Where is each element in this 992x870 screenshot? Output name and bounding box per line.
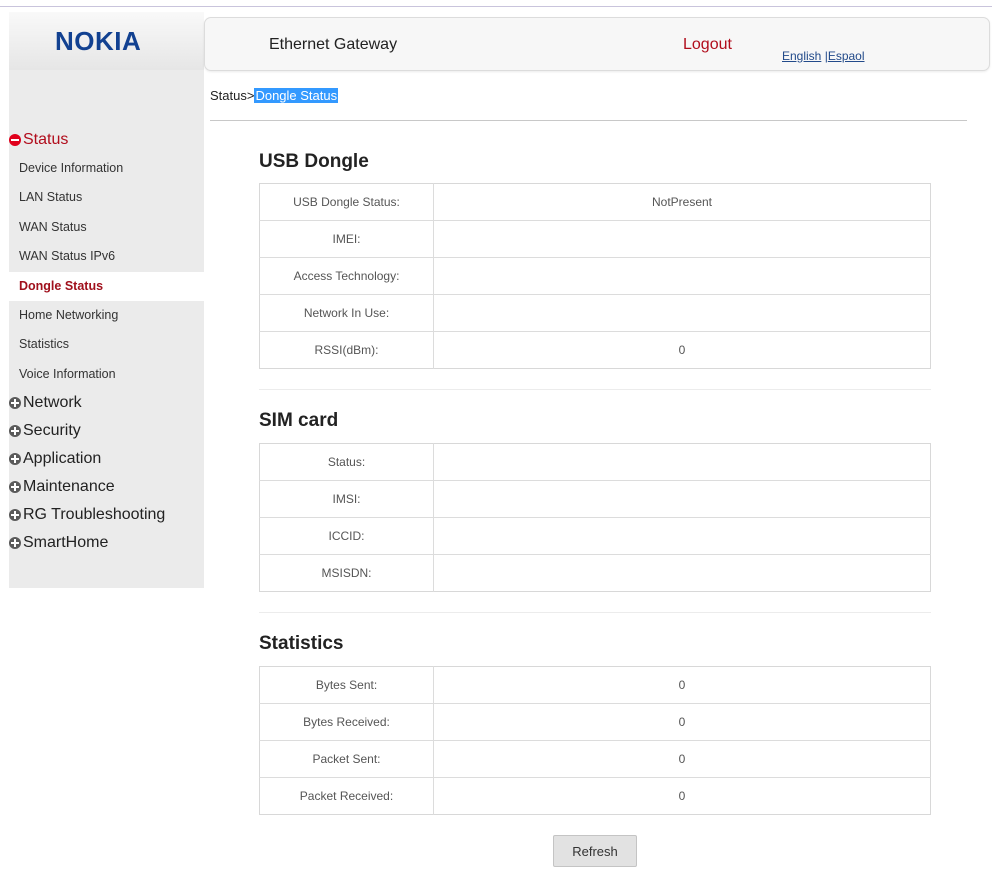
sidebar-item[interactable]: Statistics <box>9 330 204 359</box>
row-value <box>433 294 931 332</box>
statistics-table: Bytes Sent: 0 Bytes Received: 0 Packet Sent:… <box>259 666 931 815</box>
sidebar-menu: Status Device Information LAN Status WAN S… <box>9 126 204 557</box>
expand-icon <box>9 425 21 438</box>
table-row: IMSI: <box>259 480 931 518</box>
table-row: RSSI(dBm): 0 <box>259 331 931 369</box>
status-submenu: Device Information LAN Status WAN Status WA… <box>9 154 204 389</box>
row-value: 0 <box>433 331 931 369</box>
header-bar: Ethernet Gateway Logout English |Espaol <box>204 17 990 71</box>
sidebar-section-label: Application <box>23 450 102 468</box>
row-value <box>434 444 931 481</box>
sidebar-section-label: Status <box>23 131 69 148</box>
row-label: IMEI: <box>259 220 434 258</box>
row-label: Packet Received: <box>259 777 434 815</box>
table-row: Network In Use: <box>259 294 931 332</box>
lang-spanish-link[interactable]: Espaol <box>828 49 865 63</box>
sidebar-section-label: Maintenance <box>23 478 115 496</box>
table-row: MSISDN: <box>259 554 931 592</box>
row-value: 0 <box>433 777 931 815</box>
row-value: NotPresent <box>651 195 713 209</box>
breadcrumb-parent[interactable]: Status> <box>210 88 254 103</box>
sidebar-item[interactable]: LAN Status <box>9 183 204 212</box>
row-value <box>433 220 931 258</box>
sidebar-item[interactable]: Home Networking <box>9 301 204 330</box>
sidebar-item[interactable]: Device Information <box>9 154 204 183</box>
usb-dongle-table: USB Dongle Status: NotPresent IMEI: Access … <box>259 183 931 369</box>
expand-icon <box>9 397 21 410</box>
row-label: IMSI: <box>259 480 434 518</box>
language-selector: English |Espaol <box>782 49 865 63</box>
breadcrumb: Status>Dongle Status <box>210 88 339 103</box>
row-label: Status: <box>259 443 434 481</box>
sidebar-section-label: Security <box>23 422 81 440</box>
row-value <box>433 480 931 518</box>
logout-link[interactable]: Logout <box>683 36 732 54</box>
sidebar-section[interactable]: SmartHome <box>9 529 204 557</box>
gateway-title: Ethernet Gateway <box>269 36 398 53</box>
expand-icon <box>9 453 21 466</box>
expand-icon <box>9 509 21 522</box>
section-title-usb-dongle: USB Dongle <box>259 151 369 172</box>
collapse-icon <box>9 134 21 146</box>
sidebar-section-label: RG Troubleshooting <box>23 506 166 524</box>
table-row: USB Dongle Status: NotPresent <box>259 183 931 221</box>
sidebar-section[interactable]: Application <box>9 445 204 473</box>
table-row: Access Technology: <box>259 257 931 295</box>
table-row: Packet Received: 0 <box>259 777 931 815</box>
expand-icon <box>9 537 21 550</box>
sidebar-section-label: SmartHome <box>23 534 109 552</box>
row-label: USB Dongle Status: <box>259 183 434 221</box>
lang-english-link[interactable]: English <box>782 49 821 63</box>
sidebar-item[interactable]: Voice Information <box>9 360 204 389</box>
sidebar: NOKIA Status Device Information LAN Statu… <box>9 12 204 588</box>
row-value: 0 <box>433 740 931 778</box>
row-value: 0 <box>678 678 686 692</box>
expand-icon <box>9 481 21 494</box>
sidebar-section[interactable]: Security <box>9 417 204 445</box>
table-row: IMEI: <box>259 220 931 258</box>
sidebar-section[interactable]: RG Troubleshooting <box>9 501 204 529</box>
row-value <box>433 257 931 295</box>
table-row: Bytes Received: 0 <box>259 703 931 741</box>
row-label: Bytes Received: <box>259 703 434 741</box>
row-label: Access Technology: <box>259 257 434 295</box>
table-row: ICCID: <box>259 517 931 555</box>
row-value <box>433 554 931 592</box>
table-row: Status: <box>259 443 931 481</box>
row-label: Bytes Sent: <box>259 666 434 704</box>
section-title-statistics: Statistics <box>259 633 344 654</box>
section-divider <box>259 612 931 613</box>
row-label: MSISDN: <box>259 554 434 592</box>
row-label: ICCID: <box>259 517 434 555</box>
sidebar-item[interactable]: WAN Status IPv6 <box>9 242 204 271</box>
sim-card-table: Status: IMSI: ICCID: MSISDN: <box>259 443 931 592</box>
table-row: Bytes Sent: 0 <box>259 666 931 704</box>
sidebar-section-status[interactable]: Status <box>9 126 204 154</box>
sidebar-section[interactable]: Maintenance <box>9 473 204 501</box>
table-row: Packet Sent: 0 <box>259 740 931 778</box>
sidebar-section-label: Network <box>23 394 82 412</box>
sidebar-sections: Network Security Application Maintenance RG … <box>9 389 204 557</box>
breadcrumb-current: Dongle Status <box>254 88 339 103</box>
logo-area: NOKIA <box>9 12 204 70</box>
row-label: Network In Use: <box>259 294 434 332</box>
refresh-button[interactable]: Refresh <box>553 835 637 867</box>
breadcrumb-divider <box>210 120 967 121</box>
sidebar-section[interactable]: Network <box>9 389 204 417</box>
row-value <box>433 517 931 555</box>
section-divider <box>259 389 931 390</box>
section-title-sim-card: SIM card <box>259 410 339 431</box>
nokia-logo: NOKIA <box>55 26 142 56</box>
row-value: 0 <box>433 703 931 741</box>
row-label: Packet Sent: <box>259 740 434 778</box>
top-border-line <box>0 6 992 7</box>
sidebar-item[interactable]: WAN Status <box>9 213 204 242</box>
row-label: RSSI(dBm): <box>259 331 434 369</box>
sidebar-item[interactable]: Dongle Status <box>9 271 204 301</box>
